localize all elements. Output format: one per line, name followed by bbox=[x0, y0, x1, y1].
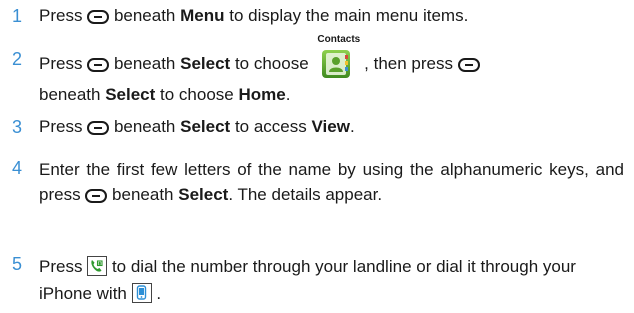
softkey-button-icon bbox=[85, 189, 108, 203]
step-text-part: beneath bbox=[113, 54, 176, 73]
softkey-button-icon bbox=[87, 121, 110, 135]
contacts-icon-group: Contacts bbox=[317, 34, 360, 78]
step-text-part: to access bbox=[234, 117, 307, 136]
softkey-button-icon bbox=[87, 10, 110, 24]
step-text-part: . bbox=[349, 117, 355, 136]
step-number: 4 bbox=[12, 158, 23, 178]
softkey-button-icon bbox=[87, 58, 110, 72]
select-label: Select bbox=[178, 185, 229, 204]
step-text-part: . The details appear. bbox=[228, 185, 383, 204]
view-label: View bbox=[311, 117, 350, 136]
step-text: Press beneath Select to access View. bbox=[39, 116, 624, 138]
step-text: Enter the first few letters of the name … bbox=[39, 157, 624, 207]
step-text-part: . bbox=[156, 284, 162, 303]
landline-phone-icon bbox=[87, 256, 108, 276]
step-text-part: beneath bbox=[112, 185, 174, 204]
select-label: Select bbox=[180, 54, 231, 73]
step-text-part: , then press bbox=[364, 54, 453, 73]
step-text: Press to dial the number through your la… bbox=[39, 253, 624, 307]
contacts-icon bbox=[322, 50, 351, 78]
mobile-phone-icon bbox=[131, 283, 152, 303]
select-label: Select bbox=[105, 85, 156, 104]
step-number: 5 bbox=[12, 254, 23, 274]
select-label: Select bbox=[180, 117, 231, 136]
step-text-part: Press bbox=[39, 117, 83, 136]
step-text: Press beneath Select to choose Contacts bbox=[39, 34, 624, 110]
step-text-part: Press bbox=[39, 54, 83, 73]
step-number: 3 bbox=[12, 117, 23, 137]
step-text: Press beneath Menu to display the main m… bbox=[39, 5, 624, 27]
step-text-part: . bbox=[285, 85, 291, 104]
step-text-part: beneath bbox=[113, 6, 176, 25]
step-text-part: beneath bbox=[39, 85, 101, 104]
step-text-part: Press bbox=[39, 257, 83, 276]
step-text-part: to display the main menu items. bbox=[229, 6, 469, 25]
menu-label: Menu bbox=[180, 6, 225, 25]
contacts-caption: Contacts bbox=[317, 34, 361, 45]
step-text-part: beneath bbox=[113, 117, 176, 136]
softkey-button-icon bbox=[457, 58, 480, 72]
step-number: 1 bbox=[12, 6, 23, 26]
step-text-part: to choose bbox=[160, 85, 234, 104]
step-text-part: to choose bbox=[234, 54, 309, 73]
step-text-part: Press bbox=[39, 6, 83, 25]
step-text-part: to dial the number through your landline… bbox=[39, 257, 576, 303]
home-label: Home bbox=[238, 85, 286, 104]
step-number: 2 bbox=[12, 49, 23, 69]
